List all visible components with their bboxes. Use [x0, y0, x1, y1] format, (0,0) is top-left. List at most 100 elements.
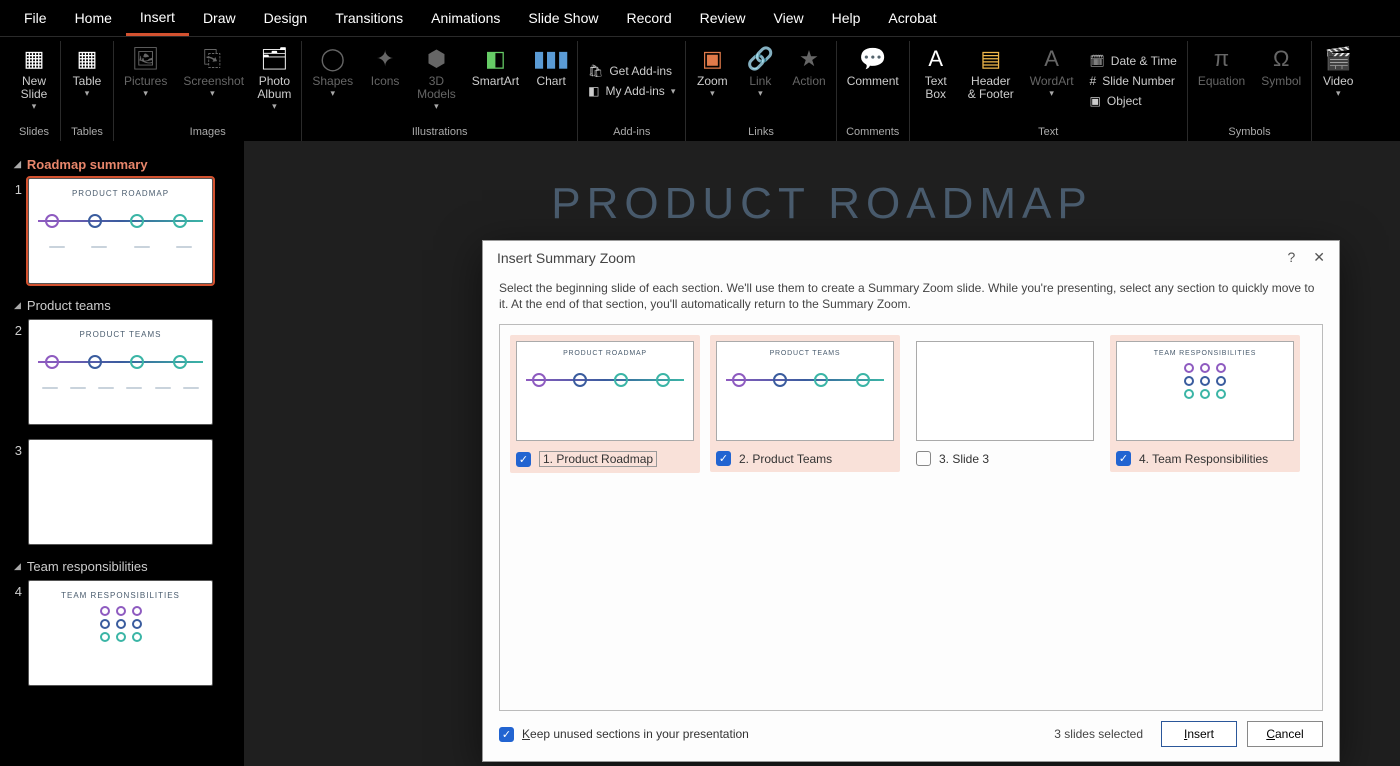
section-header-roadmap[interactable]: Roadmap summary: [14, 157, 236, 172]
slide-thumb-row: 1 PRODUCT ROADMAP: [8, 178, 236, 284]
wordart-icon: A: [1036, 43, 1068, 75]
zoom-card-1[interactable]: PRODUCT ROADMAP ✓ 1. Product Roadmap: [510, 335, 700, 473]
menu-draw[interactable]: Draw: [189, 2, 250, 34]
pictures-button[interactable]: 🖼 Pictures ▾: [120, 41, 171, 101]
table-button[interactable]: ▦ Table ▾: [67, 41, 107, 101]
group-links: ▣ Zoom ▾ 🔗 Link ▾ ★ Action Links: [686, 41, 836, 141]
zoom-thumb: PRODUCT TEAMS: [716, 341, 894, 441]
new-slide-icon: ▦: [18, 43, 50, 75]
wordart-button[interactable]: A WordArt ▾: [1026, 41, 1078, 101]
chart-button[interactable]: ▮▮▮ Chart: [531, 41, 571, 90]
action-button[interactable]: ★ Action: [788, 41, 829, 90]
zoom-card-2[interactable]: PRODUCT TEAMS ✓ 2. Product Teams: [710, 335, 900, 472]
checkbox[interactable]: ✓: [1116, 451, 1131, 466]
slide-thumbnail-2[interactable]: PRODUCT TEAMS: [28, 319, 213, 425]
roadmap-graphic: [38, 204, 203, 242]
pictures-icon: 🖼: [130, 43, 162, 75]
zoom-thumb: PRODUCT ROADMAP: [516, 341, 694, 441]
link-button[interactable]: 🔗 Link ▾: [740, 41, 780, 101]
photo-album-button[interactable]: 🗂 Photo Album ▾: [253, 41, 295, 114]
checkbox[interactable]: ✓: [516, 452, 531, 467]
smartart-icon: ◧: [479, 43, 511, 75]
header-footer-icon: ▤: [975, 43, 1007, 75]
group-label-symbols: Symbols: [1228, 123, 1270, 141]
menu-help[interactable]: Help: [818, 2, 875, 34]
group-addins: 🛍Get Add-ins ◧My Add-ins ▾ Add-ins: [578, 41, 686, 141]
checkbox[interactable]: ✓: [716, 451, 731, 466]
chevron-down-icon: ▾: [434, 101, 439, 112]
menu-insert[interactable]: Insert: [126, 1, 189, 36]
cube-icon: ⬢: [420, 43, 452, 75]
group-label-comments: Comments: [846, 123, 899, 141]
comment-button[interactable]: 💬 Comment: [843, 41, 903, 90]
page-title: PRODUCT ROADMAP: [551, 179, 1092, 229]
get-addins-button[interactable]: 🛍Get Add-ins: [584, 62, 679, 80]
3d-models-button[interactable]: ⬢ 3D Models ▾: [413, 41, 460, 114]
screenshot-icon: ⎘: [196, 43, 228, 75]
zoom-thumb: TEAM RESPONSIBILITIES: [1116, 341, 1294, 441]
section-header-teams[interactable]: Product teams: [14, 298, 236, 313]
menu-design[interactable]: Design: [250, 2, 322, 34]
store-icon: 🛍: [588, 64, 603, 78]
zoom-card-3[interactable]: 3. Slide 3: [910, 335, 1100, 472]
slide-thumbnail-1[interactable]: PRODUCT ROADMAP: [28, 178, 213, 284]
dialog-description: Select the beginning slide of each secti…: [499, 280, 1323, 312]
new-slide-button[interactable]: ▦ New Slide ▾: [14, 41, 54, 114]
header-footer-button[interactable]: ▤ Header & Footer: [964, 41, 1018, 103]
chevron-down-icon: ▾: [1336, 88, 1341, 99]
comment-icon: 💬: [857, 43, 889, 75]
group-label-slides: Slides: [19, 123, 49, 141]
shapes-button[interactable]: ◯ Shapes ▾: [308, 41, 357, 101]
zoom-card-4[interactable]: TEAM RESPONSIBILITIES ✓ 4. Team Responsi…: [1110, 335, 1300, 472]
object-icon: ▣: [1090, 94, 1101, 108]
shapes-icon: ◯: [317, 43, 349, 75]
video-button[interactable]: 🎬 Video ▾: [1318, 41, 1358, 101]
slide-thumbnail-3[interactable]: [28, 439, 213, 545]
symbol-button[interactable]: Ω Symbol: [1257, 41, 1305, 90]
group-symbols: π Equation Ω Symbol Symbols: [1188, 41, 1312, 141]
slide-number-button[interactable]: #Slide Number: [1086, 72, 1181, 90]
zoom-thumb: [916, 341, 1094, 441]
section-header-responsibilities[interactable]: Team responsibilities: [14, 559, 236, 574]
insert-summary-zoom-dialog: Insert Summary Zoom ? ✕ Select the begin…: [482, 240, 1340, 762]
chevron-down-icon: ▾: [330, 88, 335, 99]
zoom-card-label: 1. Product Roadmap: [539, 451, 657, 467]
date-time-button[interactable]: 🗓Date & Time: [1086, 52, 1181, 70]
menu-transitions[interactable]: Transitions: [321, 2, 417, 34]
link-icon: 🔗: [744, 43, 776, 75]
group-images: 🖼 Pictures ▾ ⎘ Screenshot ▾ 🗂 Photo Albu…: [114, 41, 302, 141]
close-button[interactable]: ✕: [1313, 249, 1325, 266]
object-button[interactable]: ▣Object: [1086, 92, 1181, 110]
cancel-button[interactable]: Cancel: [1247, 721, 1323, 747]
menu-home[interactable]: Home: [61, 2, 126, 34]
menu-slideshow[interactable]: Slide Show: [514, 2, 612, 34]
group-label-text: Text: [1038, 123, 1058, 141]
keep-unused-checkbox[interactable]: ✓: [499, 727, 514, 742]
menu-review[interactable]: Review: [686, 2, 760, 34]
slide-thumbnails-panel: Roadmap summary 1 PRODUCT ROADMAP Produc…: [0, 141, 244, 766]
textbox-icon: A: [920, 43, 952, 75]
menu-view[interactable]: View: [760, 2, 818, 34]
menu-file[interactable]: File: [10, 2, 61, 34]
icons-button[interactable]: ✦ Icons: [365, 41, 405, 90]
my-addins-button[interactable]: ◧My Add-ins ▾: [584, 82, 679, 100]
menu-animations[interactable]: Animations: [417, 2, 514, 34]
menu-acrobat[interactable]: Acrobat: [874, 2, 950, 34]
insert-button[interactable]: Insert: [1161, 721, 1237, 747]
checkbox[interactable]: [916, 451, 931, 466]
group-illustrations: ◯ Shapes ▾ ✦ Icons ⬢ 3D Models ▾ ◧ Smart…: [302, 41, 578, 141]
textbox-button[interactable]: A Text Box: [916, 41, 956, 103]
smartart-button[interactable]: ◧ SmartArt: [468, 41, 523, 90]
menu-record[interactable]: Record: [612, 2, 685, 34]
dialog-footer: ✓ KKeep unused sections in your presenta…: [483, 711, 1339, 761]
zoom-button[interactable]: ▣ Zoom ▾: [692, 41, 732, 101]
screenshot-button[interactable]: ⎘ Screenshot ▾: [179, 41, 245, 101]
slide-thumbnail-4[interactable]: TEAM RESPONSIBILITIES: [28, 580, 213, 686]
equation-button[interactable]: π Equation: [1194, 41, 1249, 90]
zoom-icon: ▣: [696, 43, 728, 75]
help-button[interactable]: ?: [1287, 249, 1295, 266]
chart-icon: ▮▮▮: [535, 43, 567, 75]
chevron-down-icon: ▾: [758, 88, 763, 99]
zoom-card-label: 4. Team Responsibilities: [1139, 452, 1268, 466]
photo-album-icon: 🗂: [258, 43, 290, 75]
